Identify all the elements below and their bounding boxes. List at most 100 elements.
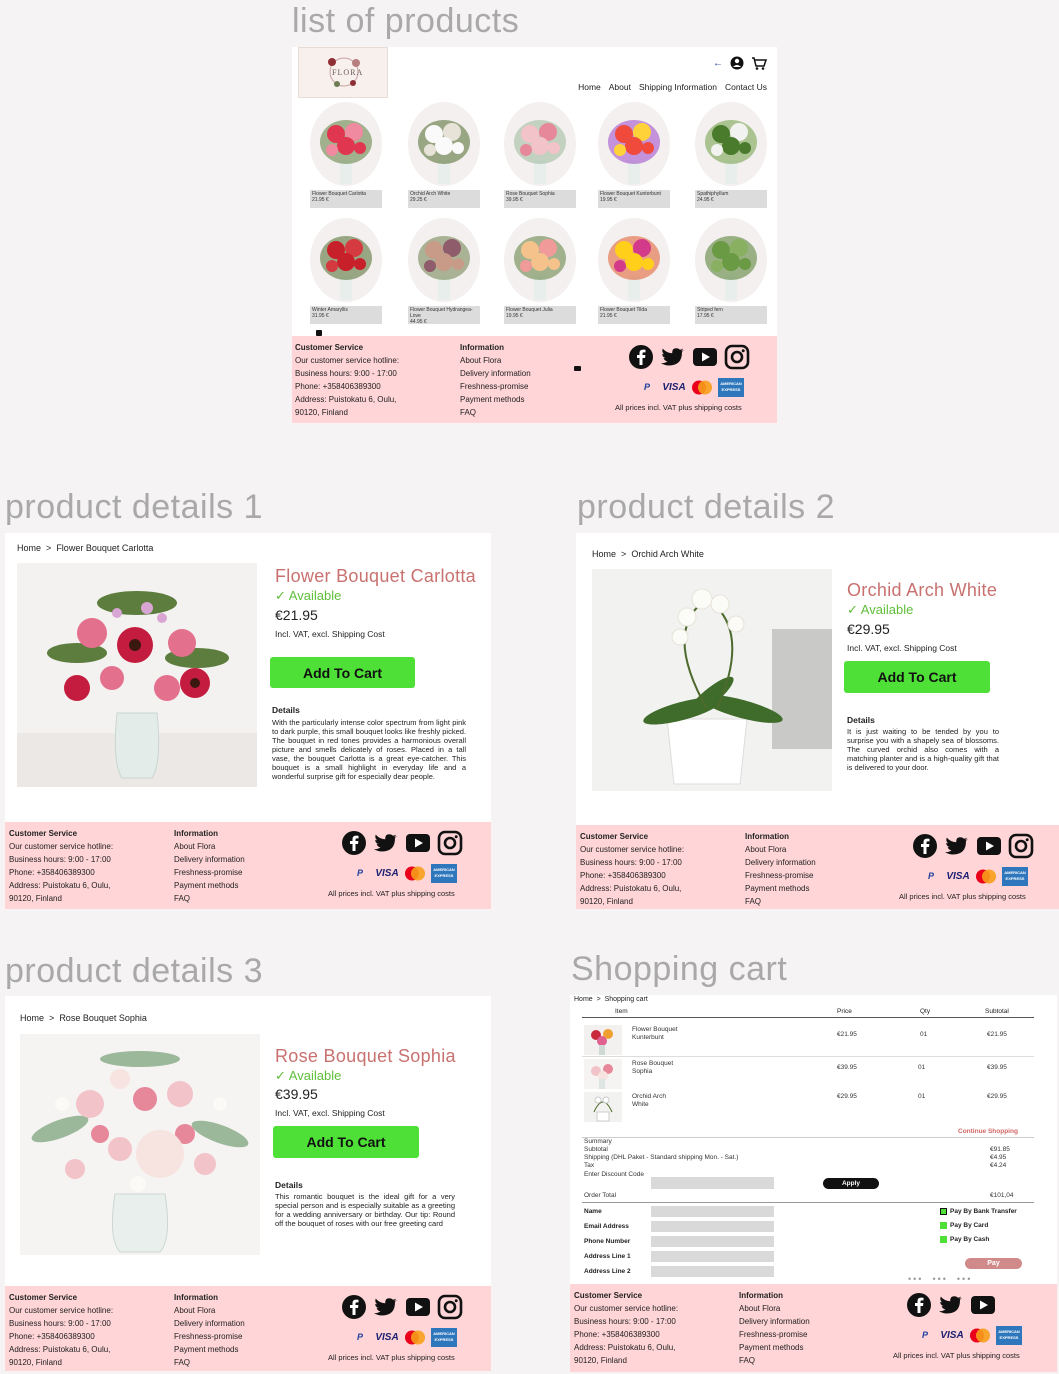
- youtube-mini-icon[interactable]: [574, 366, 581, 371]
- product-card[interactable]: Flower Bouquet Hydrangea-Love 44.95 €: [408, 218, 482, 325]
- cart-item-qty[interactable]: 01: [918, 1093, 925, 1100]
- flower-image: [608, 236, 660, 300]
- info-link[interactable]: FAQ: [745, 895, 816, 908]
- product-card[interactable]: Spathiphyllum 24.95 €: [695, 102, 769, 208]
- details-heading: Details: [275, 1180, 303, 1190]
- info-link[interactable]: About Flora: [174, 840, 245, 853]
- youtube-icon[interactable]: [405, 1294, 431, 1320]
- crumb-home[interactable]: Home: [20, 1013, 44, 1023]
- info-link[interactable]: Delivery information: [460, 367, 531, 380]
- youtube-icon[interactable]: [976, 833, 1002, 859]
- vat-note: Incl. VAT, excl. Shipping Cost: [847, 643, 957, 653]
- info-link[interactable]: Payment methods: [739, 1341, 810, 1354]
- facebook-icon[interactable]: [341, 830, 367, 856]
- pay-button[interactable]: Pay: [965, 1258, 1022, 1269]
- youtube-icon[interactable]: [692, 344, 718, 370]
- instagram-icon[interactable]: [1008, 833, 1034, 859]
- address1-input[interactable]: [651, 1251, 774, 1262]
- phone-input[interactable]: [651, 1236, 774, 1247]
- info-link[interactable]: FAQ: [739, 1354, 810, 1367]
- nav-contact[interactable]: Contact Us: [725, 82, 767, 92]
- name-input[interactable]: [651, 1206, 774, 1217]
- product-price: 21.95 €: [312, 197, 329, 203]
- twitter-icon[interactable]: [373, 1294, 399, 1320]
- twitter-icon[interactable]: [660, 344, 686, 370]
- pd2-footer: Customer Service Our customer service ho…: [576, 825, 1059, 909]
- info-link[interactable]: Delivery information: [174, 1317, 245, 1330]
- cs-line: Address: Puistokatu 6, Oulu,: [9, 881, 111, 890]
- pay-option-bank[interactable]: Pay By Bank Transfer: [940, 1208, 1017, 1215]
- youtube-icon[interactable]: [970, 1292, 996, 1318]
- add-to-cart-button[interactable]: Add To Cart: [273, 1126, 419, 1158]
- info-link[interactable]: Delivery information: [739, 1315, 810, 1328]
- crumb-home[interactable]: Home: [17, 543, 41, 553]
- facebook-icon[interactable]: [341, 1294, 367, 1320]
- facebook-icon[interactable]: [906, 1292, 932, 1318]
- product-label: Striped fern 17.95 €: [695, 306, 767, 324]
- nav-home[interactable]: Home: [578, 82, 601, 92]
- youtube-icon[interactable]: [405, 830, 431, 856]
- info-link[interactable]: About Flora: [739, 1302, 810, 1315]
- info-link[interactable]: Payment methods: [174, 1343, 245, 1356]
- account-icon[interactable]: [730, 56, 744, 70]
- cart-item-qty[interactable]: 01: [918, 1064, 925, 1071]
- info-link[interactable]: FAQ: [460, 406, 531, 419]
- pay-option-card[interactable]: Pay By Card: [940, 1222, 988, 1229]
- instagram-icon[interactable]: [437, 830, 463, 856]
- product-card[interactable]: Rose Bouquet Sophia 39.95 €: [504, 102, 578, 208]
- facebook-icon[interactable]: [628, 344, 654, 370]
- product-card[interactable]: Flower Bouquet Julia 19.95 €: [504, 218, 578, 324]
- instagram-icon[interactable]: [437, 1294, 463, 1320]
- info-title: Information: [745, 832, 789, 841]
- cs-line: Business hours: 9:00 - 17:00: [295, 369, 397, 378]
- info-link[interactable]: Freshness-promise: [460, 380, 531, 393]
- back-arrow-icon[interactable]: ←: [713, 58, 723, 69]
- product-card[interactable]: Flower Bouquet Carlotta 21.95 €: [310, 102, 384, 208]
- crumb-home[interactable]: Home: [574, 996, 593, 1003]
- info-link[interactable]: Payment methods: [745, 882, 816, 895]
- twitter-icon[interactable]: [944, 833, 970, 859]
- logo[interactable]: FLORA: [298, 47, 388, 98]
- add-to-cart-button[interactable]: Add To Cart: [844, 661, 990, 693]
- info-link[interactable]: About Flora: [460, 354, 531, 367]
- nav-about[interactable]: About: [609, 82, 631, 92]
- twitter-icon[interactable]: [938, 1292, 964, 1318]
- apply-button[interactable]: Apply: [823, 1178, 879, 1189]
- product-card[interactable]: Striped fern 17.95 €: [695, 218, 769, 324]
- address2-input[interactable]: [651, 1266, 774, 1277]
- instagram-icon[interactable]: [724, 344, 750, 370]
- amex-icon: AMERICAN EXPRESS: [718, 378, 744, 397]
- email-input[interactable]: [651, 1221, 774, 1232]
- info-link[interactable]: Freshness-promise: [174, 866, 245, 879]
- cart-icon[interactable]: [751, 56, 767, 70]
- product-card[interactable]: Orchid Arch White 29.25 €: [408, 102, 482, 208]
- cs-line: Our customer service hotline:: [9, 1306, 114, 1315]
- info-link[interactable]: Payment methods: [460, 393, 531, 406]
- info-link[interactable]: FAQ: [174, 1356, 245, 1369]
- breadcrumb: Home > Shopping cart: [574, 996, 648, 1003]
- info-link[interactable]: Delivery information: [745, 856, 816, 869]
- main-nav: Home About Shipping Information Contact Us: [570, 77, 767, 95]
- continue-shopping-link[interactable]: Continue Shopping: [958, 1128, 1018, 1135]
- info-link[interactable]: Freshness-promise: [745, 869, 816, 882]
- info-link[interactable]: FAQ: [174, 892, 245, 905]
- facebook-icon[interactable]: [912, 833, 938, 859]
- info-link[interactable]: Delivery information: [174, 853, 245, 866]
- info-link[interactable]: About Flora: [174, 1304, 245, 1317]
- summary-shipping-label: Shipping (DHL Paket - Standard shipping …: [584, 1154, 739, 1161]
- product-card[interactable]: Winter Amaryllis 31.95 €: [310, 218, 384, 324]
- info-link[interactable]: Freshness-promise: [739, 1328, 810, 1341]
- visa-icon: VISA: [946, 871, 970, 882]
- info-link[interactable]: About Flora: [745, 843, 816, 856]
- twitter-icon[interactable]: [373, 830, 399, 856]
- pay-option-cash[interactable]: Pay By Cash: [940, 1236, 989, 1243]
- nav-shipping[interactable]: Shipping Information: [639, 82, 717, 92]
- discount-code-input[interactable]: [651, 1177, 774, 1189]
- product-card[interactable]: Flower Bouquet Kunterbunt 19.95 €: [598, 102, 672, 208]
- add-to-cart-button[interactable]: Add To Cart: [270, 657, 415, 688]
- info-link[interactable]: Payment methods: [174, 879, 245, 892]
- cart-item-qty[interactable]: 01: [920, 1031, 927, 1038]
- product-card[interactable]: Flower Bouquet Tilda 21.95 €: [598, 218, 672, 324]
- crumb-home[interactable]: Home: [592, 549, 616, 559]
- info-link[interactable]: Freshness-promise: [174, 1330, 245, 1343]
